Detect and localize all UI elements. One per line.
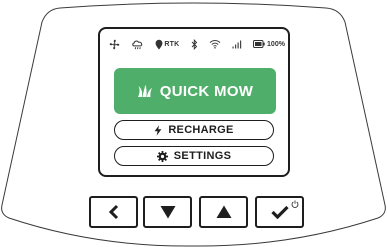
back-key[interactable] [89, 196, 138, 228]
recharge-label: RECHARGE [168, 124, 234, 136]
settings-button[interactable]: SETTINGS [114, 146, 274, 166]
down-key[interactable] [143, 196, 192, 228]
checkmark-icon [270, 205, 289, 219]
battery-percent: 100% [267, 40, 285, 48]
battery-icon [253, 40, 265, 48]
confirm-power-key[interactable] [255, 196, 304, 228]
fan-icon [109, 39, 120, 50]
gear-icon [156, 150, 168, 162]
down-triangle-icon [160, 206, 175, 219]
signal-bars-icon [232, 40, 242, 49]
lightning-bolt-icon [154, 124, 162, 136]
rtk-label: RTK [164, 40, 180, 48]
up-triangle-icon [216, 205, 231, 218]
cloud-rain-icon [131, 39, 144, 50]
wifi-icon [209, 39, 221, 49]
rtk-indicator: RTK [155, 39, 179, 50]
battery-indicator: 100% [253, 40, 285, 48]
settings-label: SETTINGS [173, 150, 232, 162]
quick-mow-label: QUICK MOW [159, 82, 254, 100]
back-chevron-icon [108, 204, 118, 220]
status-bar: RTK 100% [109, 37, 285, 51]
display-screen: RTK 100% QUICK MOW RECHARGE SETTINGS [98, 27, 290, 177]
quick-mow-button[interactable]: QUICK MOW [114, 68, 276, 114]
bluetooth-icon [191, 38, 198, 50]
location-pin-icon [155, 39, 163, 49]
recharge-button[interactable]: RECHARGE [114, 120, 274, 140]
power-icon [291, 200, 299, 208]
grass-icon [137, 84, 152, 97]
up-key[interactable] [199, 196, 248, 228]
